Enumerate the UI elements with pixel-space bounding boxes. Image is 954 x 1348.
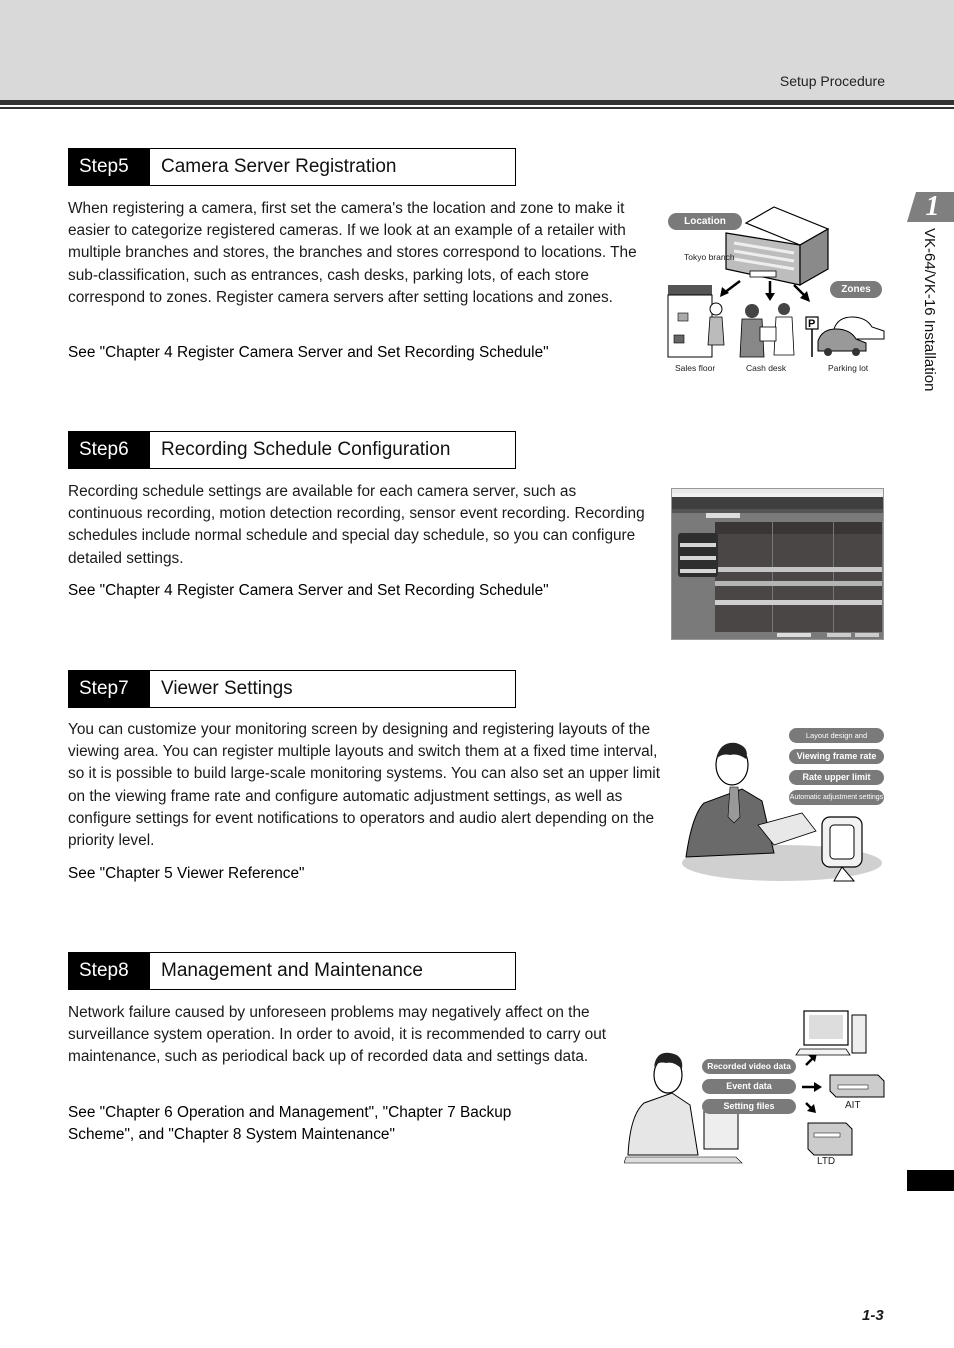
step5-body: When registering a camera, first set the… [68, 200, 637, 306]
viewer-illustration: Layout design and registration Viewing f… [682, 725, 888, 885]
step-title: Camera Server Registration [161, 156, 397, 177]
step8-reference: See "Chapter 6 Operation and Management"… [68, 1104, 512, 1144]
feature-label: Rate upper limit [789, 770, 884, 785]
backup-item-label: Setting files [702, 1099, 796, 1114]
save-button [827, 633, 851, 637]
step8-body: Network failure caused by unforeseen pro… [68, 1004, 607, 1066]
step6-header: Step6 Recording Schedule Configuration [68, 431, 516, 469]
backup-item-label: Recorded video data [702, 1059, 796, 1074]
zone-caption: Parking lot [828, 363, 869, 373]
camera-tree [678, 533, 718, 577]
page-number: 1-3 [862, 1307, 884, 1324]
step7-body: You can customize your monitoring screen… [68, 721, 660, 850]
step-tag: Step8 [69, 953, 150, 989]
chapter-tab: 1 [907, 192, 954, 222]
server-dropdown [706, 513, 740, 518]
chapter-title-text: VK-64/VK-16 Installation [921, 228, 938, 392]
branch-label: Tokyo branch [684, 252, 735, 262]
step7-header: Step7 Viewer Settings [68, 670, 516, 708]
device-label-ait: AIT [845, 1100, 861, 1111]
step-tag: Step5 [69, 149, 150, 185]
step5-reference: See "Chapter 4 Register Camera Server an… [68, 344, 549, 361]
tab-strip [672, 509, 883, 513]
step-tag: Step6 [69, 432, 150, 468]
step-title: Recording Schedule Configuration [161, 439, 451, 460]
chapter-title: VK-64/VK-16 Installation [920, 228, 940, 418]
panel-header [672, 497, 883, 509]
location-label: Location [668, 213, 742, 230]
step6-reference: See "Chapter 4 Register Camera Server an… [68, 582, 549, 599]
feature-label: Viewing frame rate [789, 749, 884, 764]
parking-sign: P [808, 318, 815, 330]
step-title: Viewer Settings [161, 678, 293, 699]
device-label-ltd: LTD [817, 1156, 836, 1167]
schedule-screenshot [671, 488, 884, 640]
feature-label: Layout design and registration [789, 728, 884, 755]
header-rule-thin [0, 107, 954, 109]
section-label: Setup Procedure [779, 73, 885, 89]
backup-illustration: Recorded video data Event data Setting f… [623, 1005, 894, 1170]
step-tag: Step7 [69, 671, 150, 707]
step-title: Management and Maintenance [161, 960, 423, 981]
step7-reference: See "Chapter 5 Viewer Reference" [68, 865, 305, 882]
header-rule [0, 100, 954, 105]
step5-header: Step5 Camera Server Registration [68, 148, 516, 186]
zone-caption: Sales floor [675, 363, 716, 373]
zone-caption: Cash desk [746, 363, 787, 373]
step6-body: Recording schedule settings are availabl… [68, 483, 645, 567]
chapter-number: 1 [925, 191, 940, 222]
thumb-index-tab [907, 1170, 954, 1191]
step8-header: Step8 Management and Maintenance [68, 952, 516, 990]
apply-button [777, 633, 811, 637]
location-zones-illustration: P Location Tokyo branch Zones Sales floo… [666, 205, 896, 375]
zones-label: Zones [830, 281, 882, 298]
backup-item-label: Event data [702, 1079, 796, 1094]
schedule-grid [715, 522, 882, 632]
feature-label: Automatic adjustment settings [789, 790, 884, 805]
cancel-button [855, 633, 879, 637]
